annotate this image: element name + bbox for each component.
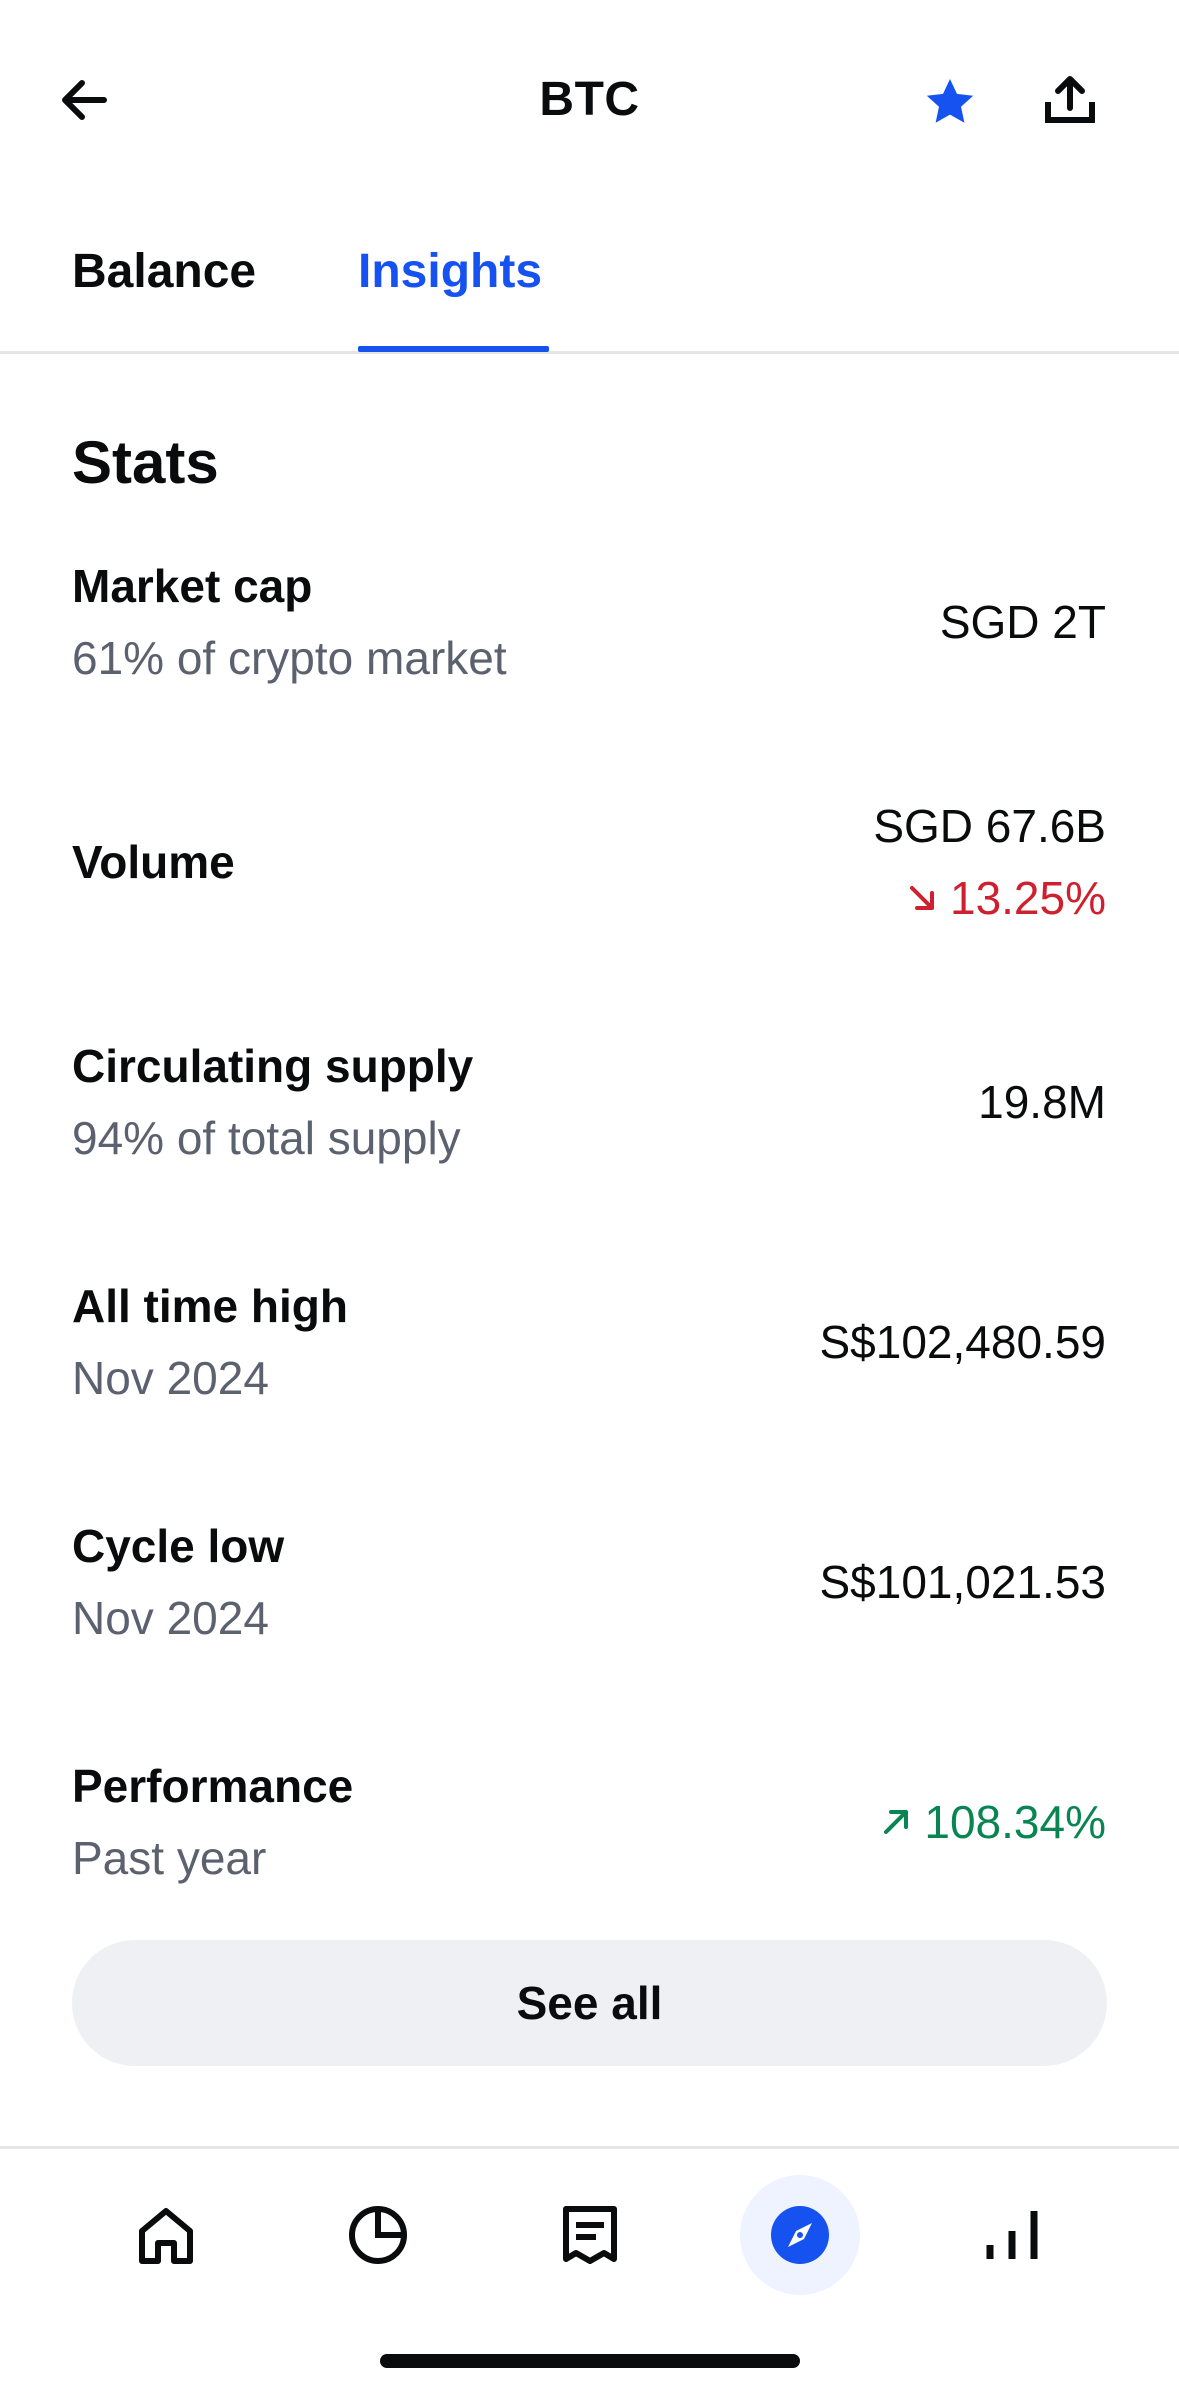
nav-markets[interactable] [952,2175,1072,2295]
top-bar: BTC [0,0,1179,200]
stat-row-market-cap: Market cap 61% of crypto market SGD 2T [72,558,1106,688]
share-icon [1045,76,1095,123]
tab-balance[interactable]: Balance [72,244,256,299]
home-indicator[interactable] [380,2354,800,2368]
tab-bar: Balance Insights [0,220,1179,354]
nav-portfolio[interactable] [318,2175,438,2295]
stat-row-volume: Volume SGD 67.6B 13.25% [72,798,1106,938]
nav-home[interactable] [106,2175,226,2295]
stat-change-value: 108.34% [924,1796,1106,1848]
stat-value: SGD 2T [939,596,1106,648]
stat-row-cycle-low: Cycle low Nov 2024 S$101,021.53 [72,1518,1106,1648]
explore-compass-icon [771,2206,829,2264]
stat-row-circulating-supply: Circulating supply 94% of total supply 1… [72,1038,1106,1168]
stat-value: S$101,021.53 [819,1556,1107,1608]
stat-value: SGD 67.6B [873,800,1106,852]
star-icon [926,79,974,123]
tab-insights[interactable]: Insights [358,244,542,299]
stat-subtext: 94% of total supply [72,1112,461,1164]
see-all-button[interactable]: See all [72,1940,1107,2066]
nav-transactions[interactable] [530,2175,650,2295]
stats-heading: Stats [72,429,219,496]
nav-explore[interactable] [740,2175,860,2295]
arrow-up-right-icon [884,1810,909,1834]
stat-change: 13.25% [906,870,1106,926]
favorite-button[interactable] [920,72,980,132]
stat-value: 19.8M [978,1076,1106,1128]
arrow-down-right-icon [909,886,934,910]
stat-label: Circulating supply [72,1040,474,1092]
share-button[interactable] [1040,70,1100,130]
stat-row-all-time-high: All time high Nov 2024 S$102,480.59 [72,1278,1106,1408]
stat-change-value: 13.25% [949,872,1106,924]
stat-change: 108.34% [880,1794,1106,1850]
transactions-receipt-icon [563,2206,617,2264]
active-tab-indicator [358,346,549,352]
page-title: BTC [539,73,640,126]
markets-chart-icon [986,2211,1038,2259]
home-icon [139,2208,193,2264]
stat-row-performance: Performance Past year 108.34% [72,1758,1106,1888]
portfolio-pie-icon [349,2206,407,2264]
stat-value: S$102,480.59 [819,1316,1107,1368]
